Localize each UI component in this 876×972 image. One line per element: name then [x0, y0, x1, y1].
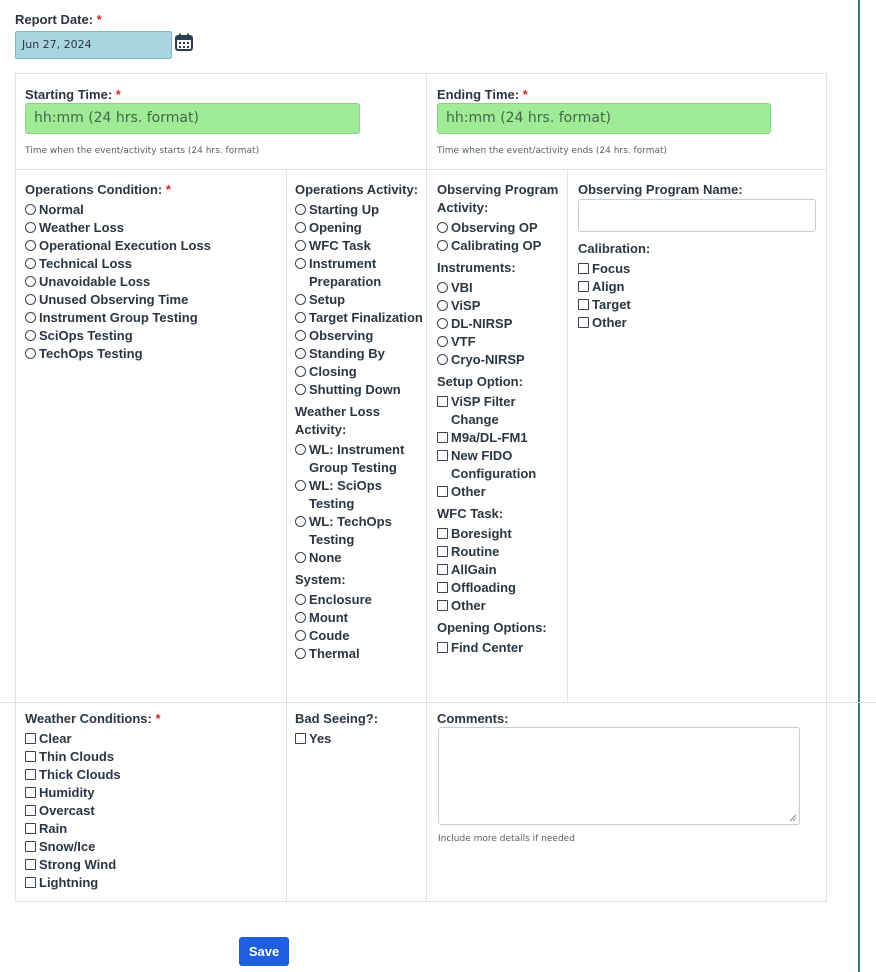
- operations-condition-group: Operations Condition: * Normal Weather L…: [25, 181, 280, 363]
- radio-vbi[interactable]: VBI: [437, 279, 565, 297]
- radio-cryo-nirsp[interactable]: Cryo-NIRSP: [437, 351, 565, 369]
- radio-instrument-preparation[interactable]: Instrument Preparation: [295, 255, 423, 291]
- checkbox-calibration-other[interactable]: Other: [578, 314, 818, 332]
- observing-program-name-label: Observing Program Name:: [578, 182, 743, 197]
- weather-conditions-group: Weather Conditions: * Clear Thin Clouds …: [25, 710, 280, 892]
- bad-seeing-group: Bad Seeing?: Yes: [295, 710, 423, 748]
- checkbox-m9a-dl-fm1[interactable]: M9a/DL-FM1: [437, 429, 565, 447]
- instruments-label: Instruments:: [437, 260, 516, 275]
- starting-time-label: Starting Time: *: [25, 87, 121, 102]
- checkbox-thick-clouds[interactable]: Thick Clouds: [25, 766, 280, 784]
- wfc-task-label: WFC Task:: [437, 506, 504, 521]
- radio-instrument-group-testing[interactable]: Instrument Group Testing: [25, 309, 280, 327]
- radio-wl-instrument-group-testing[interactable]: WL: Instrument Group Testing: [295, 441, 423, 477]
- ending-time-label: Ending Time: *: [437, 87, 528, 102]
- calibration-label: Calibration:: [578, 241, 651, 256]
- radio-vtf[interactable]: VTF: [437, 333, 565, 351]
- bad-seeing-label: Bad Seeing?:: [295, 711, 379, 726]
- save-button[interactable]: Save: [239, 937, 289, 966]
- radio-wl-sciops-testing[interactable]: WL: SciOps Testing: [295, 477, 423, 513]
- radio-shutting-down[interactable]: Shutting Down: [295, 381, 423, 399]
- right-border: [858, 0, 860, 972]
- checkbox-align[interactable]: Align: [578, 278, 818, 296]
- calendar-icon[interactable]: [175, 33, 193, 51]
- ending-time-input[interactable]: hh:mm (24 hrs. format): [437, 103, 771, 134]
- radio-technical-loss[interactable]: Technical Loss: [25, 255, 280, 273]
- operations-condition-label: Operations Condition: *: [25, 182, 171, 197]
- observing-program-name-input[interactable]: [578, 199, 816, 232]
- radio-dl-nirsp[interactable]: DL-NIRSP: [437, 315, 565, 333]
- radio-visp[interactable]: ViSP: [437, 297, 565, 315]
- checkbox-focus[interactable]: Focus: [578, 260, 818, 278]
- radio-enclosure[interactable]: Enclosure: [295, 591, 423, 609]
- radio-mount[interactable]: Mount: [295, 609, 423, 627]
- setup-option-label: Setup Option:: [437, 374, 523, 389]
- checkbox-snow-ice[interactable]: Snow/Ice: [25, 838, 280, 856]
- checkbox-find-center[interactable]: Find Center: [437, 639, 565, 657]
- radio-operational-execution-loss[interactable]: Operational Execution Loss: [25, 237, 280, 255]
- radio-observing[interactable]: Observing: [295, 327, 423, 345]
- checkbox-humidity[interactable]: Humidity: [25, 784, 280, 802]
- comments-label: Comments:: [437, 711, 509, 726]
- radio-wl-techops-testing[interactable]: WL: TechOps Testing: [295, 513, 423, 549]
- observing-program-group: Observing Program Activity: Observing OP…: [437, 181, 565, 657]
- checkbox-offloading[interactable]: Offloading: [437, 579, 565, 597]
- radio-calibrating-op[interactable]: Calibrating OP: [437, 237, 565, 255]
- radio-unavoidable-loss[interactable]: Unavoidable Loss: [25, 273, 280, 291]
- starting-time-help: Time when the event/activity starts (24 …: [25, 146, 260, 156]
- checkbox-target[interactable]: Target: [578, 296, 818, 314]
- checkbox-boresight[interactable]: Boresight: [437, 525, 565, 543]
- opening-options-label: Opening Options:: [437, 620, 547, 635]
- radio-coude[interactable]: Coude: [295, 627, 423, 645]
- radio-setup[interactable]: Setup: [295, 291, 423, 309]
- checkbox-clear[interactable]: Clear: [25, 730, 280, 748]
- radio-observing-op[interactable]: Observing OP: [437, 219, 565, 237]
- checkbox-bad-seeing-yes[interactable]: Yes: [295, 730, 423, 748]
- radio-normal[interactable]: Normal: [25, 201, 280, 219]
- radio-target-finalization[interactable]: Target Finalization: [295, 309, 423, 327]
- radio-starting-up[interactable]: Starting Up: [295, 201, 423, 219]
- report-date-input[interactable]: Jun 27, 2024: [15, 31, 172, 59]
- radio-sciops-testing[interactable]: SciOps Testing: [25, 327, 280, 345]
- checkbox-overcast[interactable]: Overcast: [25, 802, 280, 820]
- checkbox-rain[interactable]: Rain: [25, 820, 280, 838]
- radio-opening[interactable]: Opening: [295, 219, 423, 237]
- comments-textarea[interactable]: [438, 727, 800, 825]
- weather-conditions-label: Weather Conditions: *: [25, 711, 161, 726]
- checkbox-allgain[interactable]: AllGain: [437, 561, 565, 579]
- radio-unused-observing-time[interactable]: Unused Observing Time: [25, 291, 280, 309]
- checkbox-wfc-other[interactable]: Other: [437, 597, 565, 615]
- radio-standing-by[interactable]: Standing By: [295, 345, 423, 363]
- radio-closing[interactable]: Closing: [295, 363, 423, 381]
- checkbox-visp-filter-change[interactable]: ViSP Filter Change: [437, 393, 565, 429]
- checkbox-setup-other[interactable]: Other: [437, 483, 565, 501]
- resize-handle-icon[interactable]: [788, 813, 797, 822]
- radio-weather-loss[interactable]: Weather Loss: [25, 219, 280, 237]
- report-date-label: Report Date: *: [15, 12, 102, 27]
- radio-wfc-task[interactable]: WFC Task: [295, 237, 423, 255]
- calibration-group: Calibration: Focus Align Target Other: [578, 240, 818, 332]
- checkbox-strong-wind[interactable]: Strong Wind: [25, 856, 280, 874]
- observing-program-activity-label: Observing Program Activity:: [437, 182, 559, 215]
- operations-activity-group: Operations Activity: Starting Up Opening…: [295, 181, 423, 663]
- checkbox-new-fido-configuration[interactable]: New FIDO Configuration: [437, 447, 565, 483]
- comments-help: Include more details if needed: [438, 834, 575, 844]
- ending-time-help: Time when the event/activity ends (24 hr…: [437, 146, 668, 156]
- checkbox-thin-clouds[interactable]: Thin Clouds: [25, 748, 280, 766]
- radio-thermal[interactable]: Thermal: [295, 645, 423, 663]
- checkbox-lightning[interactable]: Lightning: [25, 874, 280, 892]
- operations-activity-label: Operations Activity:: [295, 182, 419, 197]
- radio-none[interactable]: None: [295, 549, 423, 567]
- weather-loss-activity-label: Weather Loss Activity:: [295, 404, 381, 437]
- system-label: System:: [295, 572, 346, 587]
- checkbox-routine[interactable]: Routine: [437, 543, 565, 561]
- starting-time-input[interactable]: hh:mm (24 hrs. format): [25, 103, 360, 134]
- radio-techops-testing[interactable]: TechOps Testing: [25, 345, 280, 363]
